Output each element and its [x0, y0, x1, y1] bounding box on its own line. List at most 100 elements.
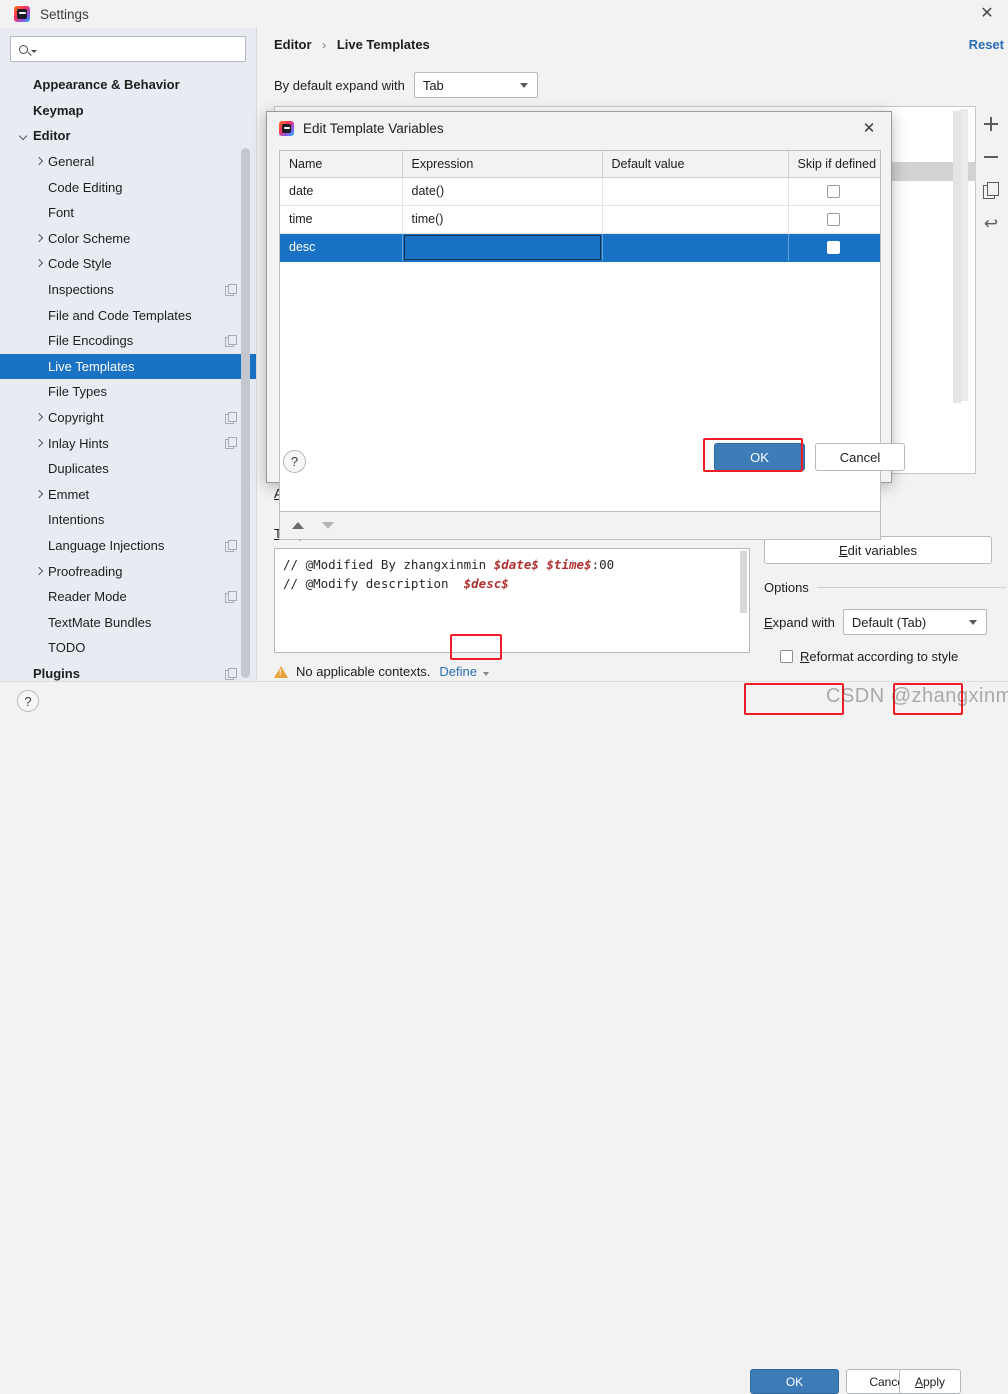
- skip-if-defined-checkbox[interactable]: [827, 241, 841, 255]
- sidebar-item-live-templates[interactable]: Live Templates: [0, 353, 256, 380]
- cell-default-value[interactable]: [602, 233, 789, 262]
- duplicate-icon[interactable]: [981, 180, 1001, 200]
- table-row[interactable]: desc: [280, 233, 880, 262]
- search-container: [0, 28, 256, 68]
- chevron-right-icon[interactable]: [33, 437, 45, 449]
- reset-link[interactable]: Reset: [969, 37, 1004, 52]
- sidebar-item-todo[interactable]: TODO: [0, 635, 256, 661]
- chevron-right-icon[interactable]: [33, 565, 45, 577]
- define-link[interactable]: Define: [439, 664, 477, 679]
- sidebar-item-appearance-behavior[interactable]: Appearance & Behavior: [0, 72, 256, 98]
- sidebar-scrollbar-track[interactable]: [241, 60, 253, 678]
- cell-default-value[interactable]: [602, 177, 789, 206]
- chevron-right-icon[interactable]: [33, 488, 45, 500]
- chevron-down-icon[interactable]: [18, 130, 30, 142]
- cell-name[interactable]: time: [280, 205, 403, 234]
- cell-skip-if-defined[interactable]: [788, 233, 880, 262]
- chevron-right-icon[interactable]: [33, 156, 45, 168]
- column-header-name[interactable]: Name: [280, 151, 403, 178]
- sidebar-item-file-and-code-templates[interactable]: File and Code Templates: [0, 302, 256, 328]
- template-var-time: $time$: [546, 557, 592, 572]
- remove-icon[interactable]: [981, 147, 1001, 167]
- close-icon[interactable]: ✕: [857, 117, 881, 139]
- sidebar-item-file-encodings[interactable]: File Encodings: [0, 328, 256, 354]
- breadcrumb: Editor › Live Templates: [274, 37, 430, 52]
- default-expand-row: By default expand with Tab: [274, 72, 538, 98]
- edit-variables-button[interactable]: Edit variables: [764, 536, 992, 564]
- table-row[interactable]: time time(): [280, 205, 880, 234]
- sidebar-item-code-editing[interactable]: Code Editing: [0, 174, 256, 200]
- sidebar-item-inlay-hints[interactable]: Inlay Hints: [0, 430, 256, 456]
- cell-name[interactable]: desc: [280, 233, 403, 262]
- column-header-default[interactable]: Default value: [602, 151, 789, 178]
- apply-button[interactable]: Apply: [899, 1369, 961, 1394]
- sidebar-item-file-types[interactable]: File Types: [0, 379, 256, 405]
- sidebar-item-copyright[interactable]: Copyright: [0, 405, 256, 431]
- move-up-icon[interactable]: [292, 522, 304, 529]
- chevron-right-icon[interactable]: [33, 412, 45, 424]
- cell-skip-if-defined[interactable]: [788, 177, 880, 206]
- cell-skip-if-defined[interactable]: [788, 205, 880, 234]
- sidebar-item-language-injections[interactable]: Language Injections: [0, 533, 256, 559]
- column-header-expression[interactable]: Expression: [402, 151, 603, 178]
- templates-scrollbar-track[interactable]: [953, 109, 968, 403]
- dialog-cancel-button[interactable]: Cancel: [815, 443, 905, 471]
- dialog-ok-button[interactable]: OK: [714, 443, 805, 471]
- sidebar-item-duplicates[interactable]: Duplicates: [0, 456, 256, 482]
- sidebar-item-editor[interactable]: Editor: [0, 123, 256, 149]
- template-text-editor[interactable]: // @Modified By zhangxinmin $date$ $time…: [274, 548, 750, 653]
- chevron-down-icon: [519, 83, 528, 88]
- sidebar-item-inspections[interactable]: Inspections: [0, 277, 256, 303]
- sidebar-item-emmet[interactable]: Emmet: [0, 482, 256, 508]
- skip-if-defined-checkbox[interactable]: [827, 185, 841, 199]
- sidebar-item-label: File Types: [48, 384, 108, 400]
- search-icon: [19, 44, 28, 54]
- templates-scrollbar-thumb[interactable]: [953, 111, 961, 403]
- sidebar-item-color-scheme[interactable]: Color Scheme: [0, 226, 256, 252]
- template-text-scrollbar[interactable]: [740, 551, 747, 613]
- ok-button[interactable]: OK: [750, 1369, 839, 1394]
- sidebar-item-proofreading[interactable]: Proofreading: [0, 558, 256, 584]
- sidebar-item-general[interactable]: General: [0, 149, 256, 175]
- expand-with-select[interactable]: Default (Tab): [842, 609, 987, 635]
- reformat-checkbox[interactable]: [780, 650, 793, 663]
- cell-expression[interactable]: date(): [402, 177, 603, 206]
- sidebar-item-label: Color Scheme: [48, 230, 131, 246]
- chevron-right-icon[interactable]: [33, 258, 45, 270]
- breadcrumb-root[interactable]: Editor: [274, 37, 312, 52]
- default-expand-label: By default expand with: [274, 77, 405, 93]
- sidebar-item-code-style[interactable]: Code Style: [0, 251, 256, 277]
- chevron-right-icon[interactable]: [33, 232, 45, 244]
- sidebar-item-textmate-bundles[interactable]: TextMate Bundles: [0, 609, 256, 635]
- sidebar-item-reader-mode[interactable]: Reader Mode: [0, 584, 256, 610]
- sidebar-scrollbar-thumb[interactable]: [241, 148, 250, 678]
- column-header-skip[interactable]: Skip if defined: [788, 151, 880, 178]
- add-icon[interactable]: [981, 114, 1001, 134]
- skip-if-defined-checkbox[interactable]: [827, 213, 841, 227]
- sidebar-item-label: Proofreading: [48, 563, 123, 579]
- close-icon[interactable]: ✕: [972, 2, 1002, 26]
- sidebar-item-font[interactable]: Font: [0, 200, 256, 226]
- help-icon[interactable]: ?: [17, 690, 39, 712]
- sidebar-item-intentions[interactable]: Intentions: [0, 507, 256, 533]
- sidebar-item-keymap[interactable]: Keymap: [0, 98, 256, 124]
- default-expand-select[interactable]: Tab: [413, 72, 538, 98]
- revert-icon[interactable]: ↩: [981, 213, 1001, 233]
- cell-name[interactable]: date: [280, 177, 403, 206]
- reformat-row[interactable]: Reformat according to style: [764, 649, 1006, 664]
- cell-expression[interactable]: time(): [402, 205, 603, 234]
- sidebar-item-label: Editor: [33, 128, 71, 144]
- search-box[interactable]: [10, 36, 246, 62]
- cell-default-value[interactable]: [602, 205, 789, 234]
- chevron-down-icon[interactable]: [483, 672, 489, 676]
- table-row[interactable]: date date(): [280, 177, 880, 206]
- move-down-icon[interactable]: [322, 522, 334, 529]
- search-input[interactable]: [42, 41, 239, 57]
- help-icon[interactable]: ?: [283, 450, 306, 473]
- expression-editor-input[interactable]: [403, 234, 601, 260]
- cell-expression[interactable]: [402, 233, 603, 262]
- sidebar-item-label: General: [48, 154, 95, 170]
